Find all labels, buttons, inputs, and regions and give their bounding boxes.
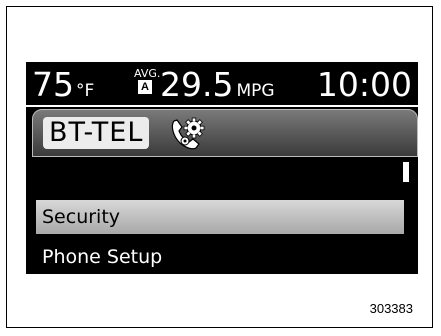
menu-item-security[interactable]: Security	[36, 200, 404, 234]
fuel-economy: 29.5 MPG	[160, 68, 275, 108]
avg-label: AVG.	[134, 67, 161, 80]
display-screen: 75 °F AVG. A 29.5 MPG 10:00 BT-TEL Secur…	[26, 62, 418, 274]
scrollbar-thumb[interactable]	[403, 162, 409, 182]
menu-item-phone-setup[interactable]: Phone Setup	[36, 240, 404, 274]
mpg-unit: MPG	[236, 81, 275, 101]
clock: 10:00	[316, 65, 412, 104]
mpg-value: 29.5	[160, 65, 234, 104]
menu-header: BT-TEL	[32, 109, 418, 157]
temperature-value: 75	[32, 65, 74, 104]
phone-gear-icon	[171, 117, 205, 150]
avg-a-badge: A	[138, 80, 152, 94]
status-divider	[26, 105, 418, 107]
temperature-unit: °F	[76, 81, 95, 101]
outside-temperature: 75 °F	[32, 68, 94, 108]
avg-indicator: AVG. A	[134, 68, 160, 98]
figure-id: 303383	[369, 301, 413, 316]
bt-tel-title: BT-TEL	[43, 117, 150, 149]
status-bar: 75 °F AVG. A 29.5 MPG 10:00	[26, 62, 418, 104]
